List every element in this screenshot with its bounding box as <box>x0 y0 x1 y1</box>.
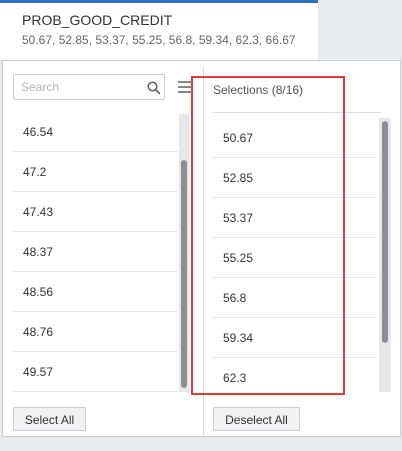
filter-tab[interactable]: PROB_GOOD_CREDIT 50.67, 52.85, 53.37, 55… <box>0 0 318 60</box>
column-divider <box>203 67 204 437</box>
scrollbar-thumb[interactable] <box>382 121 388 343</box>
selections-scrollbar[interactable] <box>379 118 391 392</box>
list-item[interactable]: 59.34 <box>213 318 377 358</box>
list-item[interactable]: 48.37 <box>13 232 178 272</box>
available-scrollbar[interactable] <box>179 114 189 392</box>
list-item[interactable]: 47.2 <box>13 152 178 192</box>
search-input[interactable] <box>21 79 139 95</box>
list-item[interactable]: 49.57 <box>13 352 178 392</box>
list-item[interactable]: 56.8 <box>213 278 377 318</box>
search-box[interactable] <box>13 74 165 100</box>
selected-values-summary: 50.67, 52.85, 53.37, 55.25, 56.8, 59.34,… <box>22 33 296 47</box>
selected-values-list: 50.67 52.85 53.37 55.25 56.8 59.34 62.3 <box>213 118 377 392</box>
list-item[interactable]: 62.3 <box>213 358 377 392</box>
select-all-button[interactable]: Select All <box>13 407 86 431</box>
hamburger-menu-icon[interactable] <box>178 80 192 94</box>
selections-header: Selections (8/16) <box>213 83 304 97</box>
available-values-list: 46.54 47.2 47.43 48.37 48.56 48.76 49.57 <box>13 112 178 392</box>
list-item[interactable]: 46.54 <box>13 112 178 152</box>
list-item[interactable]: 50.67 <box>213 118 377 158</box>
list-item[interactable]: 48.76 <box>13 312 178 352</box>
list-item[interactable]: 52.85 <box>213 158 377 198</box>
list-item[interactable]: 48.56 <box>13 272 178 312</box>
scrollbar-thumb[interactable] <box>181 160 187 388</box>
list-item[interactable]: 55.25 <box>213 238 377 278</box>
field-title: PROB_GOOD_CREDIT <box>22 12 173 28</box>
selections-header-divider <box>213 112 381 113</box>
list-item[interactable]: 47.43 <box>13 192 178 232</box>
deselect-all-button[interactable]: Deselect All <box>213 407 300 431</box>
search-icon[interactable] <box>147 81 161 95</box>
list-item[interactable]: 53.37 <box>213 198 377 238</box>
